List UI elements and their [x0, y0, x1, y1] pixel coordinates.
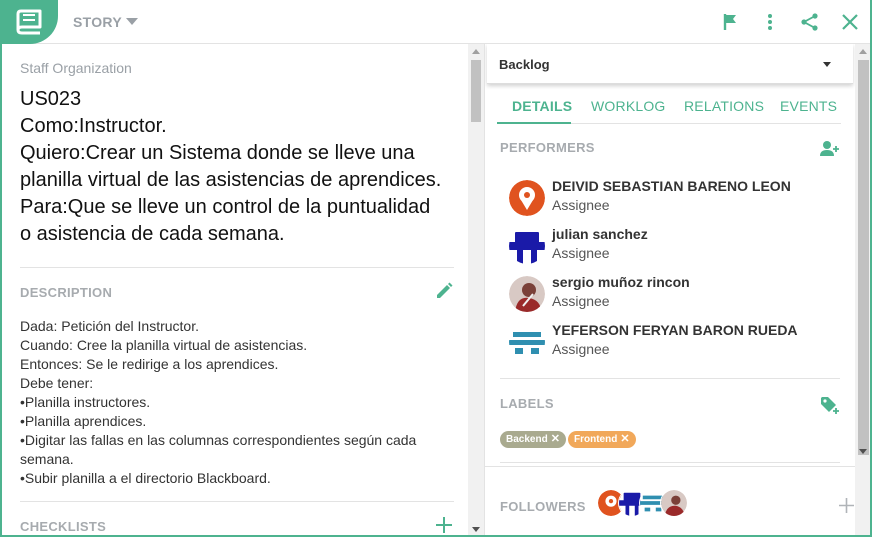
divider — [20, 501, 454, 502]
details-pane: Backlog DETAILS WORKLOG RELATIONS EVENTS… — [485, 44, 855, 535]
avatar — [509, 324, 545, 360]
chevron-down-icon — [125, 18, 138, 25]
title-line: o asistencia de cada semana. — [20, 223, 285, 245]
add-performer-icon[interactable] — [820, 140, 840, 158]
title-line: Como:Instructor. — [20, 115, 167, 137]
scrollbar-thumb[interactable] — [858, 60, 869, 455]
title-line: Para:Que se lleve un control de la puntu… — [20, 196, 431, 218]
divider — [500, 462, 840, 463]
add-label-icon[interactable] — [820, 395, 840, 415]
remove-label-icon[interactable]: ✕ — [620, 433, 629, 445]
share-icon[interactable] — [800, 12, 820, 32]
description-line: semana. — [20, 451, 74, 467]
tab-relations[interactable]: RELATIONS — [684, 98, 764, 114]
chevron-down-icon — [823, 62, 831, 67]
description-line: •Planilla instructores. — [20, 394, 151, 410]
flag-icon[interactable] — [721, 12, 741, 32]
tab-events[interactable]: EVENTS — [780, 98, 837, 114]
left-scrollbar[interactable] — [468, 44, 484, 535]
scrollbar-thumb[interactable] — [471, 60, 481, 122]
add-checklist-plus-icon[interactable] — [435, 516, 453, 534]
story-content-pane: Staff Organization US023 Como:Instructor… — [4, 44, 468, 535]
performer-name: DEIVID SEBASTIAN BARENO LEON — [552, 178, 791, 194]
labels-heading: LABELS — [500, 396, 554, 411]
project-name: Staff Organization — [20, 60, 132, 76]
divider — [500, 378, 840, 379]
divider — [20, 267, 454, 268]
performer-role: Assignee — [552, 341, 610, 357]
story-type-dropdown[interactable]: STORY — [73, 14, 138, 30]
description-line: Dada: Petición del Instructor. — [20, 318, 199, 334]
story-type-badge — [2, 0, 58, 44]
status-value: Backlog — [499, 57, 550, 72]
description-line: •Planilla aprendices. — [20, 413, 147, 429]
right-scrollbar[interactable] — [855, 44, 870, 535]
close-icon[interactable] — [840, 12, 860, 32]
edit-pencil-icon[interactable] — [435, 282, 453, 300]
description-line: •Digitar las fallas en las columnas corr… — [20, 432, 417, 448]
avatar — [509, 180, 545, 216]
description-heading: DESCRIPTION — [20, 285, 113, 300]
book-icon — [16, 9, 42, 35]
performer-item[interactable]: DEIVID SEBASTIAN BARENO LEON Assignee — [509, 178, 839, 218]
description-line: Cuando: Cree la planilla virtual de asis… — [20, 337, 308, 353]
avatar — [509, 276, 545, 312]
header-bar: STORY — [2, 0, 870, 44]
add-follower-plus-icon[interactable] — [839, 498, 854, 513]
performer-name: julian sanchez — [552, 226, 648, 242]
followers-heading: FOLLOWERS — [500, 499, 586, 514]
performer-item[interactable]: sergio muñoz rincon Assignee — [509, 274, 839, 314]
remove-label-icon[interactable]: ✕ — [551, 433, 560, 445]
performer-name: sergio muñoz rincon — [552, 274, 690, 290]
checklists-heading: CHECKLISTS — [20, 519, 107, 534]
label-text: Backend — [506, 434, 548, 445]
description-line: Debe tener: — [20, 375, 94, 391]
performer-role: Assignee — [552, 245, 610, 261]
story-title[interactable]: US023 Como:Instructor. Quiero:Crear un S… — [20, 86, 460, 248]
label-text: Frontend — [574, 434, 618, 445]
active-tab-indicator — [497, 122, 571, 124]
detail-tabs: DETAILS WORKLOG RELATIONS EVENTS — [497, 94, 841, 124]
follower-avatar[interactable] — [660, 489, 688, 517]
description-line: •Subir planilla a el directorio Blackboa… — [20, 470, 271, 486]
scroll-up-arrow-icon[interactable] — [859, 49, 867, 54]
performer-item[interactable]: YEFERSON FERYAN BARON RUEDA Assignee — [509, 322, 839, 362]
scroll-down-arrow-icon[interactable] — [472, 527, 480, 532]
title-line: US023 — [20, 88, 82, 110]
performer-role: Assignee — [552, 197, 610, 213]
avatar — [509, 228, 545, 264]
title-line: planilla virtual de las asistencias de a… — [20, 169, 442, 191]
status-dropdown[interactable]: Backlog — [487, 44, 853, 84]
story-type-label: STORY — [73, 14, 122, 30]
performer-role: Assignee — [552, 293, 610, 309]
performer-item[interactable]: julian sanchez Assignee — [509, 226, 839, 266]
scroll-up-arrow-icon[interactable] — [472, 49, 480, 54]
more-vert-icon[interactable] — [760, 12, 780, 32]
tab-worklog[interactable]: WORKLOG — [591, 98, 666, 114]
title-line: Quiero:Crear un Sistema donde se lleve u… — [20, 142, 415, 164]
tab-details[interactable]: DETAILS — [512, 98, 572, 114]
description-text: Dada: Petición del Instructor. Cuando: C… — [20, 317, 460, 488]
scroll-down-arrow-icon[interactable] — [859, 449, 867, 454]
performer-name: YEFERSON FERYAN BARON RUEDA — [552, 322, 798, 338]
description-line: Entonces: Se le redirige a los aprendice… — [20, 356, 279, 372]
story-window: STORY Staff Organization US023 Como:Inst… — [0, 0, 872, 537]
performers-heading: PERFORMERS — [500, 140, 595, 155]
label-tag-backend[interactable]: Backend ✕ — [500, 431, 566, 448]
label-tag-frontend[interactable]: Frontend ✕ — [568, 431, 636, 448]
